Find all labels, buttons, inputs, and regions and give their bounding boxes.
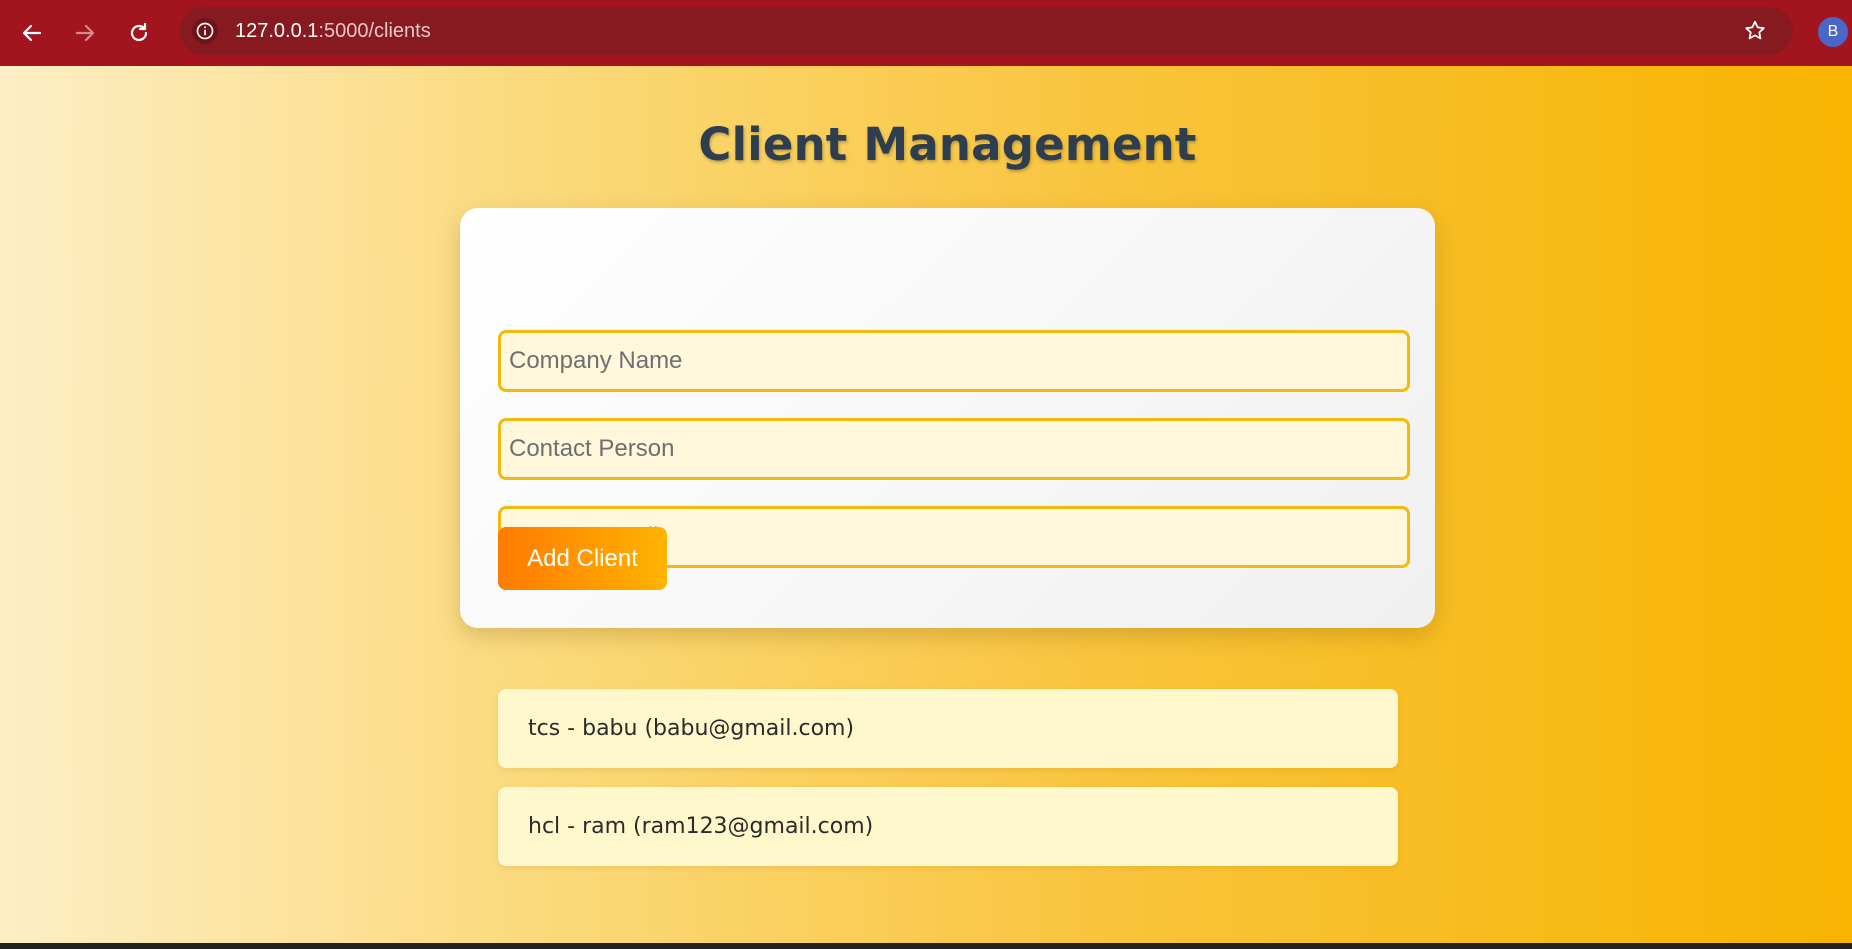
page-content: Client Management Add Client tcs - babu … — [0, 66, 1852, 943]
reload-icon — [130, 22, 148, 42]
company-name-input[interactable] — [498, 330, 1410, 392]
profile-avatar[interactable]: B — [1818, 17, 1848, 47]
client-list-item: hcl - ram (ram123@gmail.com) — [498, 787, 1398, 866]
arrow-right-icon — [75, 24, 95, 42]
add-client-form: Add Client — [460, 208, 1435, 628]
reload-button[interactable] — [119, 13, 159, 53]
info-glyph-icon — [196, 22, 214, 40]
client-list-item: tcs - babu (babu@gmail.com) — [498, 689, 1398, 768]
arrow-left-icon — [22, 24, 42, 42]
contact-person-input[interactable] — [498, 418, 1410, 480]
add-client-button[interactable]: Add Client — [498, 527, 667, 590]
back-button[interactable] — [12, 13, 52, 53]
page-title: Client Management — [698, 118, 1197, 171]
bottom-edge — [0, 943, 1852, 949]
forward-button[interactable] — [65, 13, 105, 53]
info-icon[interactable] — [192, 18, 218, 44]
address-bar[interactable]: 127.0.0.1:5000/clients — [180, 7, 1793, 55]
url-text[interactable]: 127.0.0.1:5000/clients — [235, 7, 431, 55]
url-host: 127.0.0.1 — [235, 20, 319, 42]
browser-toolbar: 127.0.0.1:5000/clients B — [0, 0, 1852, 66]
star-icon[interactable] — [1743, 19, 1767, 43]
url-path: :5000/clients — [318, 20, 431, 42]
